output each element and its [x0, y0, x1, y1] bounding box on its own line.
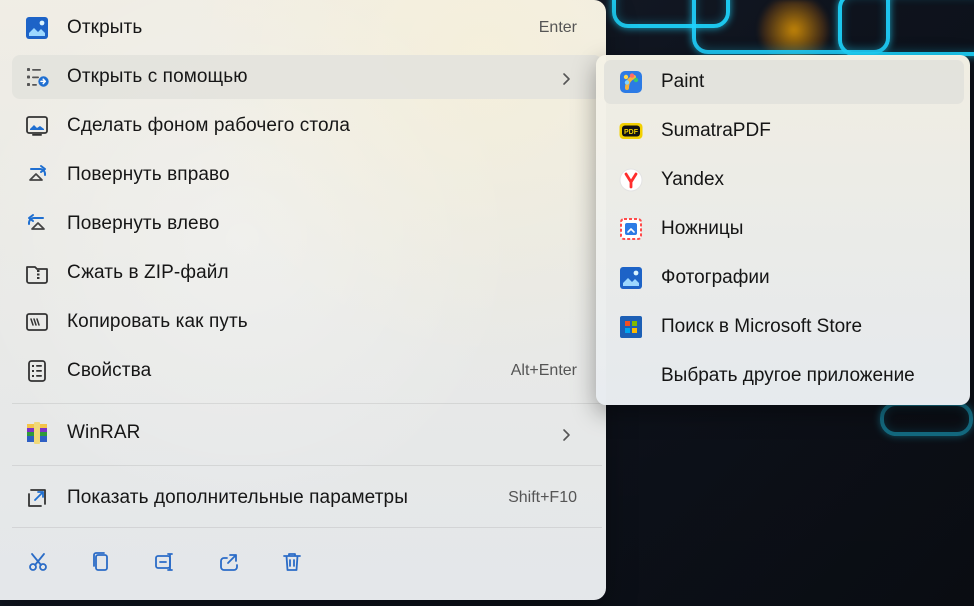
- submenu-item-label: Paint: [661, 71, 705, 92]
- menu-item-label: Свойства: [67, 360, 152, 381]
- menu-item-label: Сжать в ZIP-файл: [67, 262, 229, 283]
- microsoft-store-icon: [618, 314, 644, 340]
- submenu-item-label: Поиск в Microsoft Store: [661, 316, 863, 337]
- open-with-submenu: Paint PDF SumatraPDF Yandex Ножницы Фото…: [596, 55, 970, 405]
- yandex-icon: [618, 167, 644, 193]
- photos-icon: [618, 265, 644, 291]
- submenu-item-label: SumatraPDF: [661, 120, 771, 141]
- photo-icon: [24, 15, 50, 41]
- menu-item-open[interactable]: Открыть Enter: [12, 6, 602, 50]
- menu-item-show-more-options[interactable]: Показать дополнительные параметры Shift+…: [12, 476, 602, 520]
- menu-item-compress-zip[interactable]: Сжать в ZIP-файл: [12, 251, 602, 295]
- delete-button[interactable]: [279, 547, 305, 577]
- submenu-item-label: Yandex: [661, 169, 725, 190]
- more-options-icon: [24, 485, 50, 511]
- menu-item-winrar[interactable]: WinRAR: [12, 411, 602, 455]
- menu-item-label: Копировать как путь: [67, 311, 248, 332]
- menu-item-label: Повернуть влево: [67, 213, 220, 234]
- submenu-item-label: Выбрать другое приложение: [661, 365, 915, 386]
- submenu-item-sumatrapdf[interactable]: PDF SumatraPDF: [604, 109, 964, 153]
- submenu-item-microsoft-store-search[interactable]: Поиск в Microsoft Store: [604, 305, 964, 349]
- scissors-icon: [26, 550, 50, 574]
- menu-item-label: WinRAR: [67, 422, 141, 443]
- menu-item-properties[interactable]: Свойства Alt+Enter: [12, 349, 602, 393]
- winrar-icon: [24, 420, 50, 446]
- submenu-item-yandex[interactable]: Yandex: [604, 158, 964, 202]
- menu-separator: [12, 465, 602, 466]
- menu-item-shortcut: Shift+F10: [508, 489, 577, 506]
- copy-icon: [89, 550, 113, 574]
- menu-item-copy-as-path[interactable]: Копировать как путь: [12, 300, 602, 344]
- submenu-item-label: Фотографии: [661, 267, 770, 288]
- chevron-right-icon: [560, 70, 574, 85]
- trash-icon: [280, 550, 304, 574]
- copy-button[interactable]: [89, 547, 115, 577]
- menu-separator: [12, 403, 602, 404]
- menu-separator: [12, 527, 602, 528]
- share-button[interactable]: [216, 547, 242, 577]
- neon-shape-3: [838, 0, 974, 56]
- chevron-right-icon: [560, 426, 574, 441]
- context-menu: Открыть Enter Открыть с помощью Сделать …: [0, 0, 606, 600]
- open-with-icon: [24, 64, 50, 90]
- submenu-item-snipping-tool[interactable]: Ножницы: [604, 207, 964, 251]
- menu-item-label: Открыть: [67, 17, 143, 38]
- snipping-tool-icon: [618, 216, 644, 242]
- desktop-background-icon: [24, 113, 50, 139]
- submenu-item-paint[interactable]: Paint: [604, 60, 964, 104]
- submenu-item-photos[interactable]: Фотографии: [604, 256, 964, 300]
- menu-item-shortcut: Alt+Enter: [510, 362, 577, 379]
- menu-item-label: Сделать фоном рабочего стола: [67, 115, 351, 136]
- menu-item-label: Повернуть вправо: [67, 164, 230, 185]
- sumatra-pdf-icon: PDF: [618, 118, 644, 144]
- properties-icon: [24, 358, 50, 384]
- zip-folder-icon: [24, 260, 50, 286]
- paint-icon: [618, 69, 644, 95]
- svg-text:PDF: PDF: [624, 129, 639, 136]
- share-icon: [217, 550, 241, 574]
- rename-button[interactable]: [152, 547, 178, 577]
- submenu-item-choose-another-app[interactable]: Выбрать другое приложение: [604, 354, 964, 398]
- menu-item-label: Показать дополнительные параметры: [67, 487, 408, 508]
- rotate-left-icon: [24, 211, 50, 237]
- neon-shape-4: [880, 402, 973, 436]
- menu-item-rotate-right[interactable]: Повернуть вправо: [12, 153, 602, 197]
- menu-item-rotate-left[interactable]: Повернуть влево: [12, 202, 602, 246]
- copy-path-icon: [24, 309, 50, 335]
- rotate-right-icon: [24, 162, 50, 188]
- menu-item-label: Открыть с помощью: [67, 66, 248, 87]
- rename-icon: [153, 550, 177, 574]
- menu-item-open-with[interactable]: Открыть с помощью: [12, 55, 602, 99]
- cut-button[interactable]: [25, 547, 51, 577]
- menu-item-shortcut: Enter: [538, 19, 577, 36]
- menu-item-set-desktop-background[interactable]: Сделать фоном рабочего стола: [12, 104, 602, 148]
- context-menu-toolbar: [25, 542, 305, 582]
- submenu-item-label: Ножницы: [661, 218, 744, 239]
